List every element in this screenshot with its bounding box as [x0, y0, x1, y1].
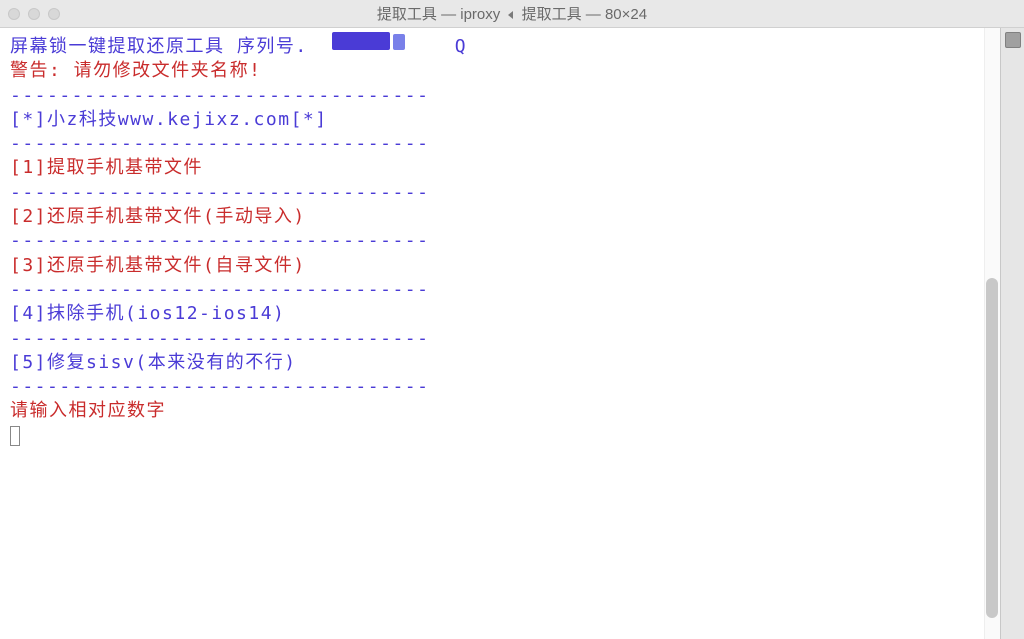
scrollbar-track[interactable] — [984, 28, 1000, 639]
prompt-line: 请输入相对应数字 — [10, 399, 990, 423]
title-part1: 提取工具 — iproxy — [377, 6, 500, 23]
close-button[interactable] — [8, 8, 20, 20]
option-1: [1]提取手机基带文件 — [10, 156, 990, 180]
divider: ---------------------------------- — [10, 181, 990, 205]
title-part2: 提取工具 — 80×24 — [522, 6, 647, 23]
inspector-icon[interactable] — [1005, 32, 1021, 48]
minimize-button[interactable] — [28, 8, 40, 20]
redacted-serial-2 — [393, 34, 405, 50]
terminal-window: 提取工具 — iproxy 提取工具 — 80×24 屏幕锁一键提取还原工具 序… — [0, 0, 1024, 639]
option-5: [5]修复sisv(本来没有的不行) — [10, 351, 990, 375]
traffic-lights — [8, 8, 60, 20]
maximize-button[interactable] — [48, 8, 60, 20]
warning-line: 警告: 请勿修改文件夹名称! — [10, 59, 990, 83]
header-prefix: 屏幕锁一键提取还原工具 序列号. — [10, 35, 308, 59]
divider: ---------------------------------- — [10, 327, 990, 351]
divider: ---------------------------------- — [10, 278, 990, 302]
redacted-serial — [332, 32, 390, 50]
cursor-line — [10, 424, 990, 448]
header-suffix: Q — [455, 35, 467, 59]
side-panel — [1000, 28, 1024, 639]
divider: ---------------------------------- — [10, 132, 990, 156]
terminal-area: 屏幕锁一键提取还原工具 序列号. Q 警告: 请勿修改文件夹名称! ------… — [0, 28, 1024, 639]
divider: ---------------------------------- — [10, 229, 990, 253]
option-3: [3]还原手机基带文件(自寻文件) — [10, 254, 990, 278]
titlebar[interactable]: 提取工具 — iproxy 提取工具 — 80×24 — [0, 0, 1024, 28]
cursor — [10, 426, 20, 446]
option-4: [4]抹除手机(ios12-ios14) — [10, 302, 990, 326]
option-2: [2]还原手机基带文件(手动导入) — [10, 205, 990, 229]
window-title: 提取工具 — iproxy 提取工具 — 80×24 — [0, 3, 1024, 24]
back-triangle-icon — [508, 11, 513, 19]
scrollbar-thumb[interactable] — [986, 278, 998, 618]
terminal-content[interactable]: 屏幕锁一键提取还原工具 序列号. Q 警告: 请勿修改文件夹名称! ------… — [0, 28, 1000, 639]
header-line: 屏幕锁一键提取还原工具 序列号. Q — [10, 34, 990, 59]
divider: ---------------------------------- — [10, 375, 990, 399]
divider: ---------------------------------- — [10, 84, 990, 108]
company-line: [*]小z科技www.kejixz.com[*] — [10, 108, 990, 132]
